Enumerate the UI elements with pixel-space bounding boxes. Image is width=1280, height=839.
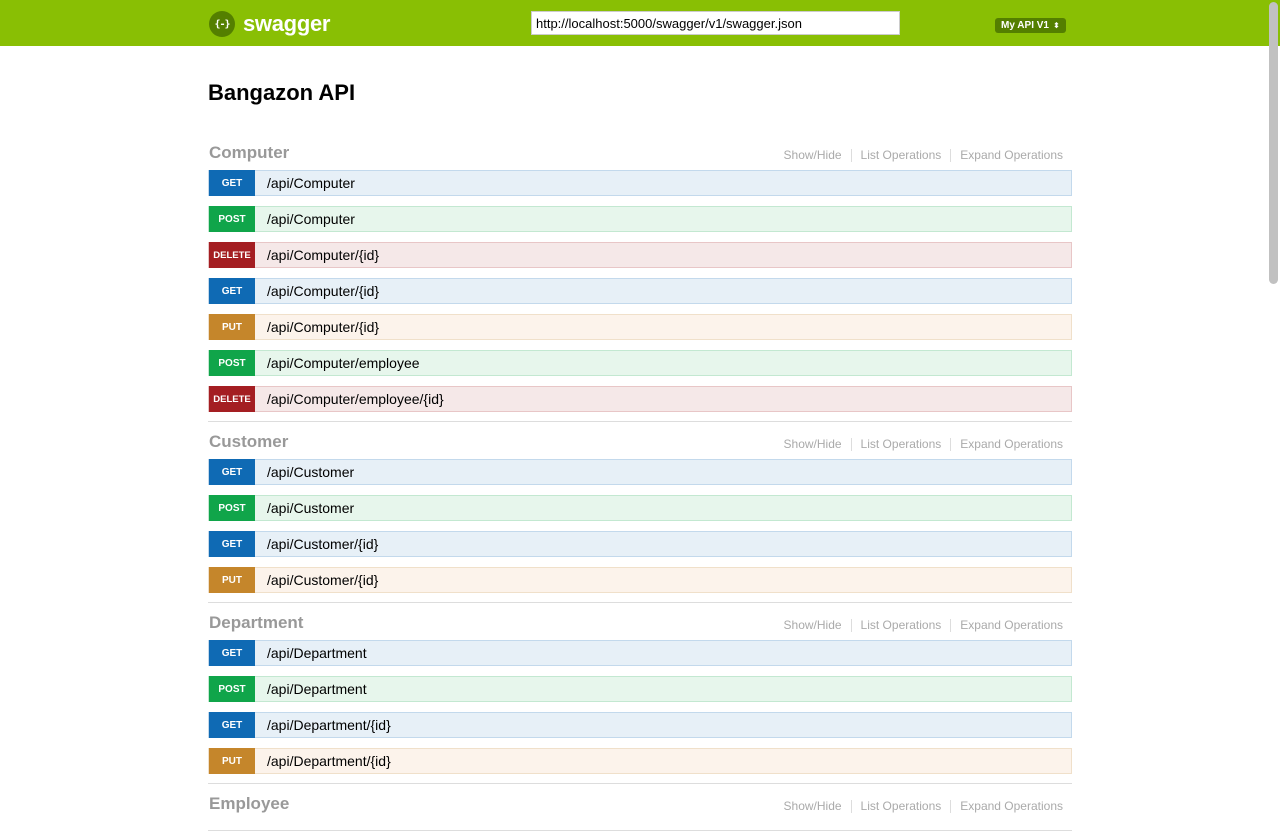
- http-method-badge[interactable]: POST: [209, 495, 255, 521]
- operation-row[interactable]: DELETE/api/Computer/{id}: [208, 242, 1072, 268]
- operation-row[interactable]: DELETE/api/Computer/employee/{id}: [208, 386, 1072, 412]
- operation-row[interactable]: POST/api/Department: [208, 676, 1072, 702]
- http-method-badge[interactable]: POST: [209, 676, 255, 702]
- list-operations-link[interactable]: List Operations: [852, 149, 952, 162]
- http-method-badge[interactable]: GET: [209, 531, 255, 557]
- resource-name-link[interactable]: Customer: [209, 432, 288, 452]
- operation-path-link[interactable]: /api/Computer/employee/{id}: [267, 391, 444, 407]
- scrollbar-thumb[interactable]: [1269, 2, 1278, 284]
- operation-row[interactable]: POST/api/Computer: [208, 206, 1072, 232]
- http-method-badge[interactable]: DELETE: [209, 242, 255, 268]
- http-method-badge[interactable]: GET: [209, 640, 255, 666]
- operation-path-link[interactable]: /api/Customer: [267, 464, 354, 480]
- list-operations-link[interactable]: List Operations: [852, 438, 952, 451]
- resource-list: Computer Show/Hide List Operations Expand O…: [208, 141, 1072, 839]
- operation-path-link[interactable]: /api/Customer/{id}: [267, 536, 378, 552]
- operation-row[interactable]: GET/api/Department: [208, 640, 1072, 666]
- select-arrows-icon: ⬍: [1052, 21, 1060, 30]
- http-method-badge[interactable]: GET: [209, 170, 255, 196]
- scrollbar[interactable]: [1265, 0, 1280, 800]
- http-method-badge[interactable]: PUT: [209, 748, 255, 774]
- http-method-badge[interactable]: POST: [209, 206, 255, 232]
- spec-url-input[interactable]: [531, 11, 900, 35]
- resource-name-link[interactable]: Computer: [209, 143, 289, 163]
- operation-row[interactable]: PUT/api/Customer/{id}: [208, 567, 1072, 593]
- expand-operations-link[interactable]: Expand Operations: [951, 149, 1072, 162]
- resource-computer: Computer Show/Hide List Operations Expand O…: [208, 141, 1072, 422]
- expand-operations-link[interactable]: Expand Operations: [951, 800, 1072, 813]
- resource-employee: Employee Show/Hide List Operations Expand O…: [208, 792, 1072, 831]
- http-method-badge[interactable]: DELETE: [209, 386, 255, 412]
- resource-name-link[interactable]: Department: [209, 613, 303, 633]
- resource-header: Department Show/Hide List Operations Expand…: [208, 611, 1072, 640]
- swagger-logo-icon: {-}: [209, 11, 235, 37]
- operation-path-link[interactable]: /api/Department/{id}: [267, 717, 391, 733]
- operation-row[interactable]: POST/api/Customer: [208, 495, 1072, 521]
- spec-select[interactable]: My API V1 ⬍: [995, 18, 1066, 33]
- operation-path-link[interactable]: /api/Department: [267, 645, 367, 661]
- operation-path-link[interactable]: /api/Computer: [267, 175, 355, 191]
- show-hide-link[interactable]: Show/Hide: [775, 149, 852, 162]
- swagger-logo[interactable]: {-} swagger: [209, 11, 330, 37]
- operation-row[interactable]: GET/api/Customer: [208, 459, 1072, 485]
- list-operations-link[interactable]: List Operations: [852, 619, 952, 632]
- operation-path-link[interactable]: /api/Department: [267, 681, 367, 697]
- operation-path-link[interactable]: /api/Customer/{id}: [267, 572, 378, 588]
- operation-row[interactable]: GET/api/Computer/{id}: [208, 278, 1072, 304]
- http-method-badge[interactable]: GET: [209, 712, 255, 738]
- resource-name-link[interactable]: Employee: [209, 794, 289, 814]
- expand-operations-link[interactable]: Expand Operations: [951, 438, 1072, 451]
- resource-header: Computer Show/Hide List Operations Expand O…: [208, 141, 1072, 170]
- resource-actions: Show/Hide List Operations Expand Operation…: [775, 438, 1072, 451]
- show-hide-link[interactable]: Show/Hide: [775, 438, 852, 451]
- http-method-badge[interactable]: PUT: [209, 567, 255, 593]
- list-operations-link[interactable]: List Operations: [852, 800, 952, 813]
- operation-row[interactable]: GET/api/Customer/{id}: [208, 531, 1072, 557]
- operation-path-link[interactable]: /api/Customer: [267, 500, 354, 516]
- operation-path-link[interactable]: /api/Department/{id}: [267, 753, 391, 769]
- operation-row[interactable]: POST/api/Computer/employee: [208, 350, 1072, 376]
- resource-department: Department Show/Hide List Operations Expand…: [208, 611, 1072, 784]
- http-method-badge[interactable]: GET: [209, 459, 255, 485]
- spec-select-label: My API V1: [1001, 20, 1049, 31]
- expand-operations-link[interactable]: Expand Operations: [951, 619, 1072, 632]
- show-hide-link[interactable]: Show/Hide: [775, 619, 852, 632]
- http-method-badge[interactable]: PUT: [209, 314, 255, 340]
- operation-row[interactable]: PUT/api/Computer/{id}: [208, 314, 1072, 340]
- top-bar: {-} swagger My API V1 ⬍: [0, 0, 1280, 46]
- resource-actions: Show/Hide List Operations Expand Operation…: [775, 800, 1072, 813]
- resource-header: Customer Show/Hide List Operations Expand O…: [208, 430, 1072, 459]
- resource-customer: Customer Show/Hide List Operations Expand O…: [208, 430, 1072, 603]
- operation-path-link[interactable]: /api/Computer/{id}: [267, 283, 379, 299]
- operation-path-link[interactable]: /api/Computer/employee: [267, 355, 420, 371]
- http-method-badge[interactable]: POST: [209, 350, 255, 376]
- operation-row[interactable]: PUT/api/Department/{id}: [208, 748, 1072, 774]
- page-title: Bangazon API: [208, 80, 356, 105]
- operation-path-link[interactable]: /api/Computer: [267, 211, 355, 227]
- show-hide-link[interactable]: Show/Hide: [775, 800, 852, 813]
- resource-header: Employee Show/Hide List Operations Expand O…: [208, 792, 1072, 821]
- http-method-badge[interactable]: GET: [209, 278, 255, 304]
- operation-row[interactable]: GET/api/Department/{id}: [208, 712, 1072, 738]
- resource-actions: Show/Hide List Operations Expand Operation…: [775, 149, 1072, 162]
- operation-row[interactable]: GET/api/Computer: [208, 170, 1072, 196]
- resource-actions: Show/Hide List Operations Expand Operation…: [775, 619, 1072, 632]
- operation-path-link[interactable]: /api/Computer/{id}: [267, 247, 379, 263]
- swagger-logo-text: swagger: [243, 11, 331, 36]
- operation-path-link[interactable]: /api/Computer/{id}: [267, 319, 379, 335]
